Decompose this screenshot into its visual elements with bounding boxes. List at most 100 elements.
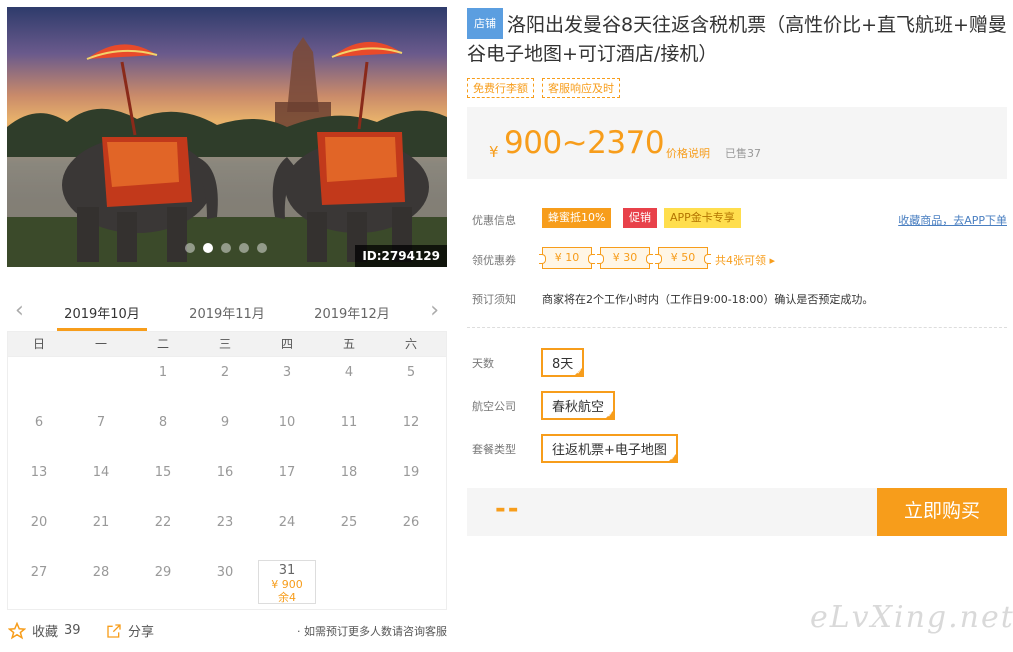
calendar-day (8, 357, 70, 407)
product-title-text: 洛阳出发曼谷8天往返含税机票（高性价比+直飞航班+赠曼谷电子地图+可订酒店/接机… (467, 14, 1007, 65)
weekday-label: 三 (218, 337, 231, 351)
calendar-day-number: 31 (278, 563, 296, 578)
calendar-day: 5 (406, 365, 416, 380)
option-days-value: 8天 (552, 357, 574, 372)
hero-illustration (7, 37, 447, 267)
favorite-count: 39 (64, 623, 81, 638)
product-title: 店铺 洛阳出发曼谷8天往返含税机票（高性价比+直飞航班+赠曼谷电子地图+可订酒店/… (467, 8, 1007, 69)
calendar-day: 2 (220, 365, 230, 380)
promo-badge-honey: 蜂蜜抵10% (542, 208, 612, 228)
calendar-day-available[interactable]: 31 ¥ 900 余4 (258, 560, 316, 604)
calendar-weekday-header: 日 一 二 三 四 五 六 (7, 331, 447, 357)
notice-text: 商家将在2个工作小时内（工作日9:00-18:00）确认是否预定成功。 (542, 293, 874, 306)
calendar-day (70, 357, 132, 407)
save-to-app-link[interactable]: 收藏商品，去APP下单 (898, 212, 1007, 228)
carousel-dot[interactable] (221, 243, 231, 253)
calendar-day: 9 (220, 415, 230, 430)
option-package[interactable]: 往返机票+电子地图 ✓ (541, 434, 678, 463)
price-note-link[interactable]: 价格说明 (666, 145, 710, 161)
calendar-day: 7 (96, 415, 106, 430)
carousel-dot-active[interactable] (203, 243, 213, 253)
prev-month-arrow-icon[interactable]: ‹ (15, 300, 24, 322)
calendar-day: 29 (154, 565, 172, 580)
calendar-day: 24 (278, 515, 296, 530)
tab-month-nov[interactable]: 2019年11月 (182, 303, 272, 322)
calendar-day: 15 (154, 465, 172, 480)
coupon-10[interactable]: ¥ 10 (539, 247, 595, 269)
check-icon: ✓ (670, 454, 676, 462)
share-label: 分享 (128, 625, 155, 640)
tab-month-oct[interactable]: 2019年10月 (57, 303, 147, 322)
calendar-day: 18 (340, 465, 358, 480)
calendar-day: 11 (340, 415, 358, 430)
coupon-50[interactable]: ¥ 50 (655, 247, 711, 269)
share-button[interactable]: 分享 (106, 621, 154, 640)
calendar-day: 10 (278, 415, 296, 430)
calendar-day: 27 (30, 565, 48, 580)
weekday-label: 二 (156, 337, 169, 351)
calendar-grid: 1 2 3 4 5 6 7 8 9 10 11 12 13 14 15 16 1… (7, 357, 447, 610)
coupon-more-link[interactable]: 共4张可领 ▸ (715, 252, 775, 268)
calendar-day: 23 (216, 515, 234, 530)
sold-count: 已售37 (725, 147, 761, 160)
calendar-day: 12 (402, 415, 420, 430)
calendar-day (318, 557, 380, 607)
product-hero-image[interactable]: ID:2794129 (7, 7, 447, 267)
days-label: 天数 (472, 357, 494, 370)
calendar-day: 21 (92, 515, 110, 530)
store-badge: 店铺 (467, 8, 503, 39)
carousel-dot[interactable] (185, 243, 195, 253)
calendar-day: 14 (92, 465, 110, 480)
calendar-day: 3 (282, 365, 292, 380)
share-icon (107, 623, 121, 638)
carousel-dot[interactable] (239, 243, 249, 253)
weekday-label: 四 (280, 337, 293, 351)
weekday-label: 一 (94, 337, 107, 351)
calendar-day: 22 (154, 515, 172, 530)
check-icon: ✓ (607, 411, 614, 419)
weekday-label: 五 (342, 337, 355, 351)
price-range: 900~2370 (504, 125, 665, 161)
next-month-arrow-icon[interactable]: › (430, 300, 439, 322)
option-airline-value: 春秋航空 (552, 400, 605, 415)
calendar-day (380, 557, 442, 607)
favorite-button[interactable]: 收藏 39 (8, 621, 81, 640)
currency-symbol: ¥ (489, 143, 499, 161)
weekday-label: 日 (32, 337, 45, 351)
site-watermark: eLvXing.net (810, 600, 1013, 635)
package-label: 套餐类型 (472, 443, 516, 456)
promo-label: 优惠信息 (472, 214, 516, 227)
calendar-day: 19 (402, 465, 420, 480)
calendar-day: 16 (216, 465, 234, 480)
promo-badge-app: APP金卡专享 (664, 208, 741, 228)
weekday-label: 六 (404, 337, 417, 351)
calendar-day: 6 (34, 415, 44, 430)
calendar-day: 30 (216, 565, 234, 580)
price-box: ¥ 900~2370 价格说明 已售37 (467, 107, 1007, 179)
calendar-day: 20 (30, 515, 48, 530)
calendar-day-remaining: 余4 (278, 591, 296, 604)
tab-month-dec[interactable]: 2019年12月 (307, 303, 397, 322)
option-package-value: 往返机票+电子地图 (552, 443, 667, 458)
calendar-day: 28 (92, 565, 110, 580)
coupon-label: 领优惠券 (472, 254, 516, 267)
calendar-day: 26 (402, 515, 420, 530)
consult-note: · 如需预订更多人数请咨询客服 (297, 625, 447, 638)
coupon-30[interactable]: ¥ 30 (597, 247, 653, 269)
airline-label: 航空公司 (472, 400, 516, 413)
option-airline-spring[interactable]: 春秋航空 ✓ (541, 391, 616, 420)
calendar-day: 4 (344, 365, 354, 380)
calendar-day: 1 (158, 365, 168, 380)
image-id-label: ID:2794129 (355, 245, 447, 267)
calendar-day: 8 (158, 415, 168, 430)
carousel-dots (185, 243, 267, 253)
section-divider (467, 327, 1007, 328)
check-icon: ✓ (576, 368, 583, 376)
carousel-dot[interactable] (257, 243, 267, 253)
calendar-day: 17 (278, 465, 296, 480)
calendar-day: 25 (340, 515, 358, 530)
selected-price-display: -- (495, 494, 521, 524)
option-days-8[interactable]: 8天 ✓ (541, 348, 585, 377)
star-icon (8, 621, 26, 639)
buy-now-button[interactable]: 立即购买 (877, 488, 1007, 536)
